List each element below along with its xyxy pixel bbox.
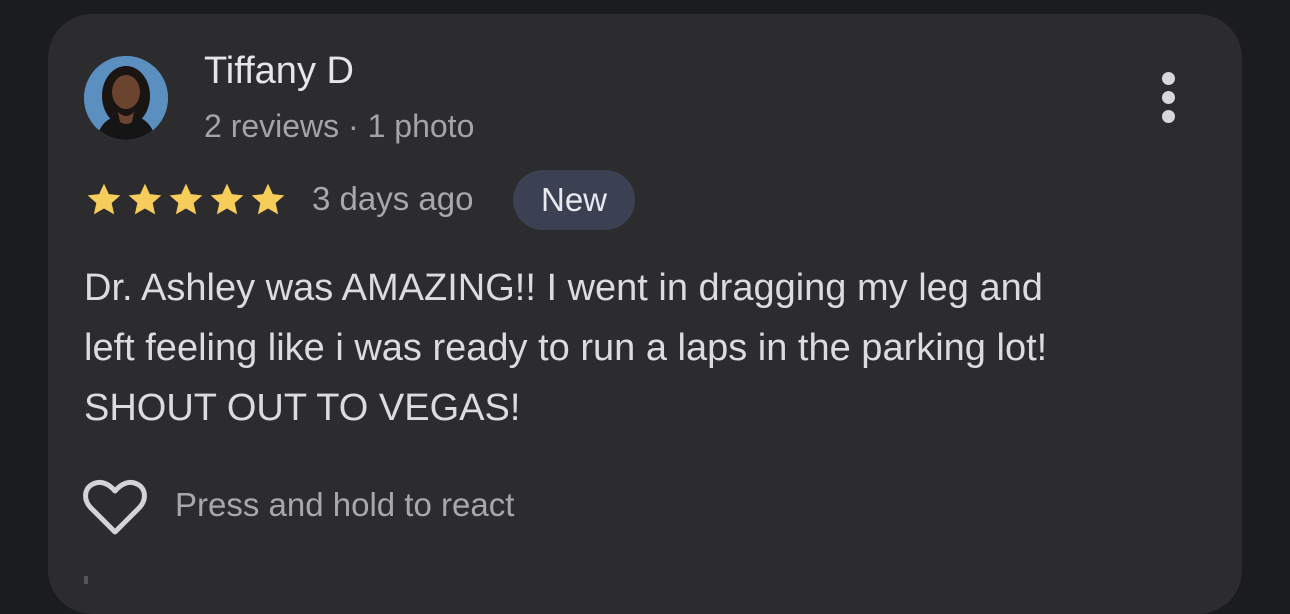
more-vert-icon[interactable] [1150,70,1190,126]
star-icon [210,183,244,215]
new-badge: New [513,170,635,230]
reviewer-avatar[interactable] [84,56,168,140]
star-icon [169,183,203,215]
star-icon [128,183,162,215]
star-icon [251,183,285,215]
reviewer-meta: 2 reviews · 1 photo [204,108,475,144]
star-rating [84,180,288,220]
react-hint: Press and hold to react [175,486,515,523]
divider [84,576,88,584]
heart-outline-icon[interactable] [82,478,148,536]
review-date: 3 days ago [312,180,474,217]
star-icon [87,183,121,215]
review-text: Dr. Ashley was AMAZING!! I went in dragg… [84,267,1048,429]
reviewer-name[interactable]: Tiffany D [204,50,354,93]
